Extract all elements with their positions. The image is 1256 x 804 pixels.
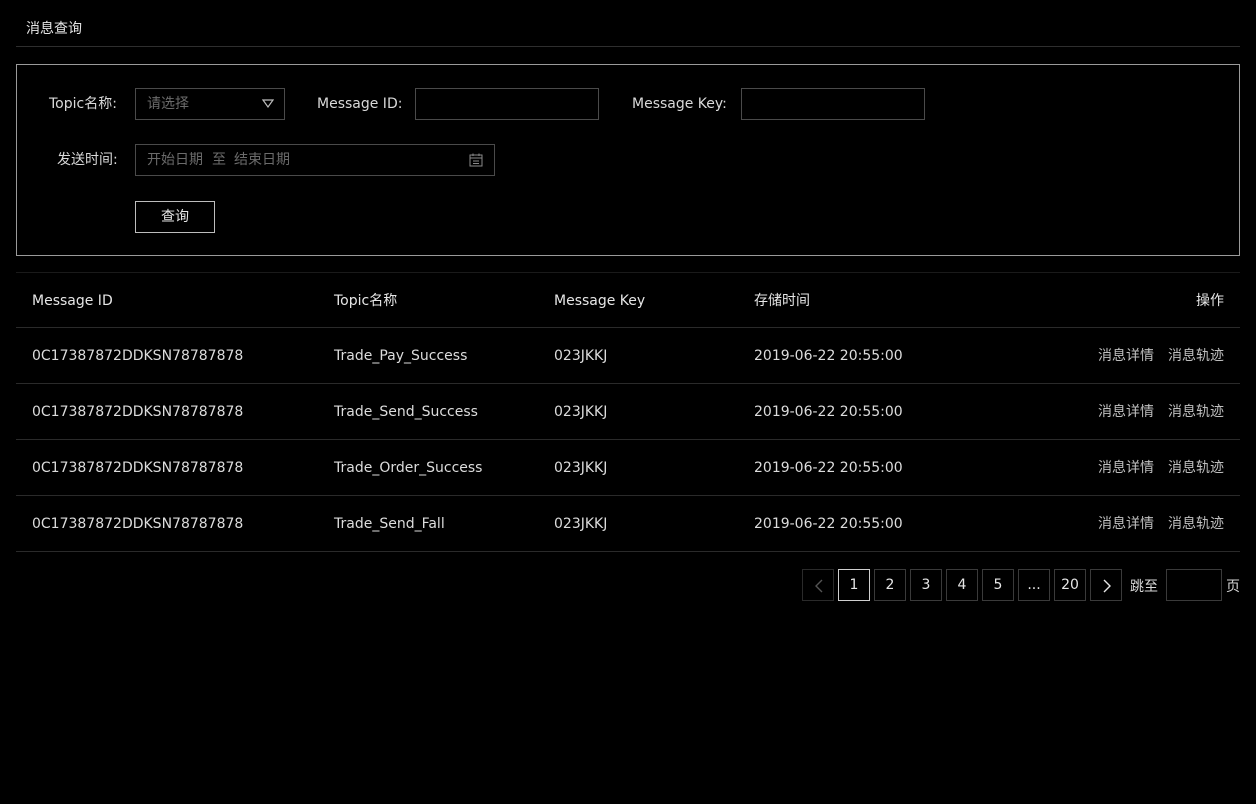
column-header-storage-time: 存储时间 (754, 293, 810, 309)
cell-actions: 消息详情 消息轨迹 (1098, 384, 1224, 440)
message-detail-link[interactable]: 消息详情 (1098, 516, 1154, 532)
page-button-2[interactable]: 2 (874, 569, 906, 601)
chevron-down-icon (262, 99, 274, 109)
cell-actions: 消息详情 消息轨迹 (1098, 440, 1224, 496)
cell-message-key: 023JKKJ (554, 348, 608, 364)
table-row: 0C17387872DDKSN78787878 Trade_Pay_Succes… (16, 328, 1240, 384)
chevron-right-icon (1103, 579, 1111, 593)
cell-message-id: 0C17387872DDKSN78787878 (32, 404, 244, 420)
message-trace-link[interactable]: 消息轨迹 (1168, 348, 1224, 364)
message-key-input[interactable] (742, 89, 924, 119)
page-button-4[interactable]: 4 (946, 569, 978, 601)
page-button-5[interactable]: 5 (982, 569, 1014, 601)
message-id-field[interactable] (415, 88, 599, 120)
cell-message-key: 023JKKJ (554, 460, 608, 476)
message-detail-link[interactable]: 消息详情 (1098, 404, 1154, 420)
prev-page-button[interactable] (802, 569, 834, 601)
message-key-field[interactable] (741, 88, 925, 120)
message-detail-link[interactable]: 消息详情 (1098, 460, 1154, 476)
date-range-picker[interactable]: 开始日期 至 结束日期 (135, 144, 495, 176)
cell-topic: Trade_Send_Fall (334, 516, 445, 532)
cell-message-id: 0C17387872DDKSN78787878 (32, 460, 244, 476)
send-time-label: 发送时间: (57, 152, 118, 168)
table-row: 0C17387872DDKSN78787878 Trade_Send_Fall … (16, 496, 1240, 552)
message-key-label: Message Key: (632, 96, 727, 112)
table-row: 0C17387872DDKSN78787878 Trade_Order_Succ… (16, 440, 1240, 496)
column-header-message-key: Message Key (554, 293, 646, 309)
cell-actions: 消息详情 消息轨迹 (1098, 328, 1224, 384)
start-date-placeholder[interactable]: 开始日期 (147, 151, 203, 169)
date-separator: 至 (212, 152, 226, 168)
page-title: 消息查询 (26, 21, 82, 37)
page-button-20[interactable]: 20 (1054, 569, 1086, 601)
page-button-1[interactable]: 1 (838, 569, 870, 601)
end-date-placeholder[interactable]: 结束日期 (234, 151, 290, 169)
cell-message-id: 0C17387872DDKSN78787878 (32, 348, 244, 364)
chevron-left-icon (815, 579, 823, 593)
message-id-label: Message ID: (317, 96, 403, 112)
cell-message-id: 0C17387872DDKSN78787878 (32, 516, 244, 532)
topic-select[interactable]: 请选择 (135, 88, 285, 120)
message-trace-link[interactable]: 消息轨迹 (1168, 516, 1224, 532)
page-ellipsis-button[interactable]: ... (1018, 569, 1050, 601)
jump-page-input[interactable] (1166, 569, 1222, 601)
calendar-icon (469, 153, 483, 167)
search-form: Topic名称: 请选择 Message ID: Message Key: 发送… (16, 64, 1240, 256)
topic-select-placeholder: 请选择 (147, 96, 189, 112)
cell-topic: Trade_Order_Success (334, 460, 483, 476)
cell-storage-time: 2019-06-22 20:55:00 (754, 516, 903, 532)
table-header-row: Message ID Topic名称 Message Key 存储时间 操作 (16, 272, 1240, 328)
cell-topic: Trade_Pay_Success (334, 348, 468, 364)
message-trace-link[interactable]: 消息轨迹 (1168, 460, 1224, 476)
cell-storage-time: 2019-06-22 20:55:00 (754, 348, 903, 364)
page-header: 消息查询 (16, 0, 1240, 47)
cell-storage-time: 2019-06-22 20:55:00 (754, 404, 903, 420)
cell-message-key: 023JKKJ (554, 404, 608, 420)
query-button[interactable]: 查询 (135, 201, 215, 233)
message-trace-link[interactable]: 消息轨迹 (1168, 404, 1224, 420)
page-button-3[interactable]: 3 (910, 569, 942, 601)
message-table: Message ID Topic名称 Message Key 存储时间 操作 0… (16, 272, 1240, 552)
column-header-message-id: Message ID (32, 293, 113, 309)
cell-actions: 消息详情 消息轨迹 (1098, 496, 1224, 552)
column-header-topic: Topic名称 (334, 293, 398, 309)
cell-storage-time: 2019-06-22 20:55:00 (754, 460, 903, 476)
table-row: 0C17387872DDKSN78787878 Trade_Send_Succe… (16, 384, 1240, 440)
topic-label: Topic名称: (49, 96, 117, 112)
message-id-input[interactable] (416, 89, 598, 119)
jump-to-label: 跳至 (1130, 579, 1158, 595)
next-page-button[interactable] (1090, 569, 1122, 601)
cell-message-key: 023JKKJ (554, 516, 608, 532)
column-header-actions: 操作 (1196, 293, 1224, 309)
message-detail-link[interactable]: 消息详情 (1098, 348, 1154, 364)
cell-topic: Trade_Send_Success (334, 404, 478, 420)
page-suffix-label: 页 (1226, 579, 1240, 595)
